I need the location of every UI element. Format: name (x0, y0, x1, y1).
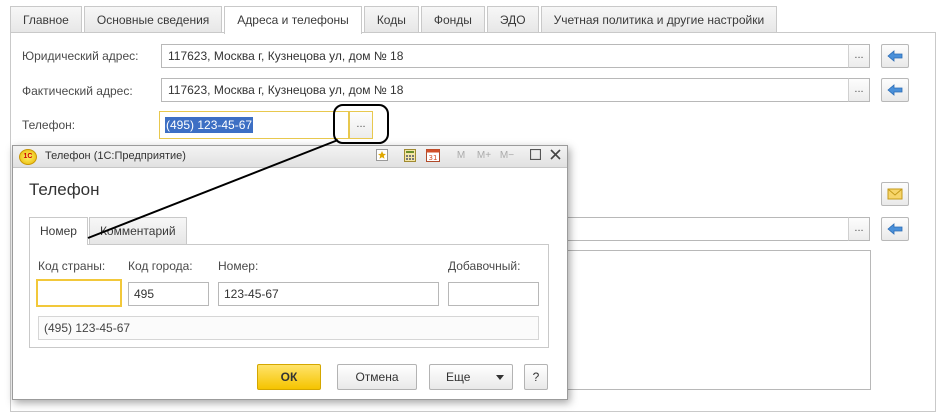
callout-line (87, 139, 339, 239)
